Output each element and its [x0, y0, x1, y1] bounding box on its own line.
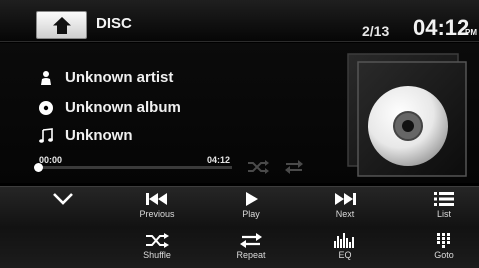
album-name: Unknown album — [65, 99, 181, 116]
track-counter: 2/13 — [362, 23, 390, 39]
list-button[interactable]: List — [414, 191, 474, 219]
total-time: 04:12 — [207, 155, 231, 165]
elapsed-time: 00:00 — [39, 155, 63, 165]
progress-handle[interactable] — [34, 163, 43, 172]
play-icon — [246, 192, 258, 206]
home-button[interactable] — [36, 11, 87, 39]
shuffle-label: Shuffle — [143, 250, 171, 260]
next-button[interactable]: Next — [315, 191, 375, 219]
progress-bar[interactable] — [34, 163, 232, 172]
goto-label: Goto — [434, 250, 454, 260]
music-note-icon — [39, 128, 53, 143]
home-icon — [53, 17, 71, 34]
repeat-status-icon — [285, 160, 303, 174]
header-bar: DISC 2/13 04:12 PM — [0, 0, 479, 42]
goto-button[interactable]: Goto — [414, 233, 474, 260]
disc-icon — [39, 101, 53, 115]
song-title: Unknown — [65, 127, 133, 144]
list-label: List — [436, 209, 451, 219]
clock-ampm: PM — [465, 28, 477, 37]
repeat-label: Repeat — [236, 250, 266, 260]
collapse-button[interactable] — [33, 191, 93, 209]
list-icon — [434, 192, 454, 206]
clock-time: 04:12 — [413, 15, 470, 40]
repeat-icon — [240, 233, 262, 248]
shuffle-status-icon — [248, 160, 269, 174]
chevron-down-icon — [53, 193, 73, 205]
equalizer-icon — [334, 233, 354, 248]
next-icon — [335, 193, 356, 205]
album-art — [347, 53, 467, 177]
previous-icon — [146, 193, 167, 205]
keypad-icon — [437, 233, 450, 248]
eq-label: EQ — [338, 250, 352, 260]
previous-button[interactable]: Previous — [127, 191, 187, 219]
play-label: Play — [242, 209, 260, 219]
disc-player-screen: DISC 2/13 04:12 PM Unknown artist Unknow… — [0, 0, 479, 268]
next-label: Next — [335, 209, 355, 219]
eq-button[interactable]: EQ — [315, 233, 375, 260]
previous-label: Previous — [139, 209, 175, 219]
artist-name: Unknown artist — [65, 69, 174, 86]
source-title: DISC — [96, 15, 132, 32]
shuffle-icon — [146, 233, 169, 248]
control-bar: Previous Play Next List Shuffle Repeat E… — [0, 186, 479, 268]
play-button[interactable]: Play — [221, 191, 281, 219]
artist-icon — [41, 71, 51, 85]
shuffle-button[interactable]: Shuffle — [127, 233, 187, 260]
repeat-button[interactable]: Repeat — [221, 233, 281, 260]
